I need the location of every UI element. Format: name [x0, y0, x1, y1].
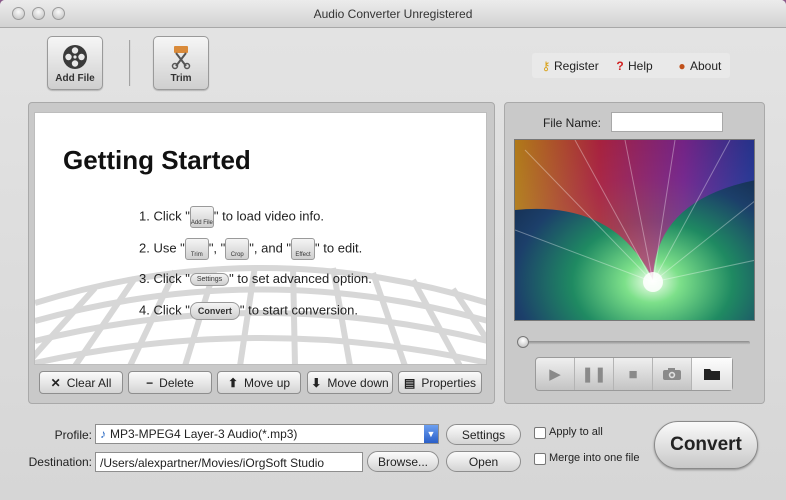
- apply-to-all-label: Apply to all: [549, 426, 603, 438]
- step2-sep1: ", ": [208, 240, 226, 256]
- about-link[interactable]: ● About: [676, 59, 721, 73]
- move-down-button[interactable]: ⬇ Move down: [307, 371, 393, 394]
- playback-slider-knob[interactable]: [517, 336, 529, 348]
- guide-step-2: 2. Use " Trim ", " Crop ", and " Effect " to e…: [139, 238, 362, 260]
- arrow-up-icon: ⬆: [227, 375, 239, 390]
- step4-suffix: " to start conversion.: [239, 302, 358, 318]
- settings-button[interactable]: Settings: [446, 424, 521, 445]
- preview-starburst-graphic: [515, 140, 754, 320]
- delete-label: Delete: [159, 375, 194, 390]
- snapshot-button[interactable]: [653, 358, 692, 390]
- merge-checkbox[interactable]: [534, 453, 546, 465]
- convert-mini-button: Convert: [189, 302, 240, 320]
- play-icon: ▶: [549, 366, 561, 383]
- open-label: Open: [468, 454, 499, 469]
- pause-icon: ❚❚: [581, 366, 607, 383]
- move-up-button[interactable]: ⬆ Move up: [217, 371, 301, 394]
- guide-step-4: 4. Click " Convert " to start conversion.: [139, 302, 358, 320]
- minus-icon: −: [146, 375, 154, 390]
- arrow-down-icon: ⬇: [311, 375, 322, 390]
- clear-all-label: Clear All: [66, 375, 112, 390]
- playback-controls: ▶ ❚❚ ■: [535, 357, 733, 391]
- key-icon: ⚷: [541, 59, 551, 73]
- open-button[interactable]: Open: [446, 451, 521, 472]
- crop-mini-icon: Crop: [225, 238, 250, 260]
- chevron-down-icon: ▼: [426, 429, 436, 439]
- help-label: Help: [628, 59, 653, 73]
- step1-suffix: " to load video info.: [213, 208, 324, 224]
- register-link[interactable]: ⚷ Register: [540, 59, 599, 73]
- profile-value: MP3-MPEG4 Layer-3 Audio(*.mp3): [110, 427, 298, 441]
- preview-image: [514, 139, 755, 321]
- file-name-field[interactable]: [611, 112, 723, 132]
- profile-dropdown-arrow[interactable]: ▼: [424, 425, 438, 443]
- x-icon: ✕: [50, 375, 61, 390]
- step2-prefix: 2. Use ": [139, 240, 185, 256]
- step4-prefix: 4. Click ": [139, 302, 190, 318]
- film-reel-icon: [63, 45, 87, 69]
- profile-label: Profile:: [54, 428, 92, 442]
- window-title: Audio Converter Unregistered: [313, 7, 473, 21]
- title-bar: Audio Converter Unregistered: [0, 0, 786, 28]
- pause-button[interactable]: ❚❚: [575, 358, 614, 390]
- guide-step-3: 3. Click " Settings " to set advanced opti…: [139, 271, 372, 287]
- camera-icon: [663, 368, 681, 380]
- properties-icon: ▤: [403, 375, 416, 390]
- open-folder-button[interactable]: [692, 358, 732, 390]
- toolbar-divider: [129, 40, 131, 86]
- merge-label: Merge into one file: [549, 452, 640, 464]
- properties-label: Properties: [421, 375, 477, 390]
- stop-icon: ■: [628, 365, 638, 383]
- convert-button[interactable]: Convert: [654, 421, 758, 469]
- settings-label: Settings: [461, 427, 506, 442]
- step1-prefix: 1. Click ": [139, 208, 190, 224]
- properties-button[interactable]: ▤ Properties: [398, 371, 482, 394]
- person-icon: ●: [678, 59, 686, 73]
- guide-heading: Getting Started: [63, 145, 251, 175]
- scissors-icon: [171, 46, 191, 70]
- destination-field[interactable]: /Users/alexpartner/Movies/iOrgSoft Studi…: [95, 452, 363, 472]
- effect-mini-icon: Effect: [291, 238, 316, 260]
- trim-label: Trim: [170, 73, 192, 84]
- add-file-button[interactable]: Add File: [47, 36, 103, 90]
- browse-label: Browse...: [377, 454, 428, 469]
- question-icon: ?: [616, 59, 624, 73]
- play-button[interactable]: ▶: [536, 358, 575, 390]
- clear-all-button[interactable]: ✕ Clear All: [39, 371, 123, 394]
- about-label: About: [690, 59, 722, 73]
- step3-prefix: 3. Click ": [139, 271, 190, 286]
- step2-suffix: " to edit.: [315, 240, 363, 256]
- getting-started-guide: Getting Started 1. Click "Add File" to l…: [34, 112, 487, 365]
- help-link[interactable]: ? Help: [614, 59, 653, 73]
- top-links: ⚷ Register ? Help ● About: [532, 53, 730, 78]
- playback-slider-track[interactable]: [520, 341, 750, 345]
- step3-suffix: " to set advanced option.: [229, 271, 372, 286]
- register-label: Register: [554, 59, 599, 73]
- move-down-label: Move down: [327, 375, 389, 390]
- trim-button[interactable]: Trim: [153, 36, 209, 90]
- apply-to-all-checkbox[interactable]: [534, 427, 546, 439]
- trim-mini-icon: Trim: [184, 238, 209, 260]
- settings-mini-button: Settings: [189, 273, 230, 287]
- guide-step-1: 1. Click "Add File" to load video info.: [139, 206, 324, 228]
- folder-icon: [704, 369, 720, 380]
- delete-button[interactable]: − Delete: [128, 371, 212, 394]
- add-file-label: Add File: [55, 73, 95, 84]
- stop-button[interactable]: ■: [614, 358, 653, 390]
- add-file-mini-icon: Add File: [189, 206, 214, 228]
- destination-label: Destination:: [28, 455, 92, 469]
- music-note-icon: ♪: [100, 427, 106, 441]
- step2-sep2: ", and ": [249, 240, 292, 256]
- profile-select[interactable]: ♪ MP3-MPEG4 Layer-3 Audio(*.mp3): [95, 424, 439, 444]
- file-name-label: File Name:: [543, 116, 602, 130]
- app-window: Audio Converter Unregistered Add File Tr…: [0, 0, 786, 500]
- browse-button[interactable]: Browse...: [367, 451, 439, 472]
- move-up-label: Move up: [244, 375, 291, 390]
